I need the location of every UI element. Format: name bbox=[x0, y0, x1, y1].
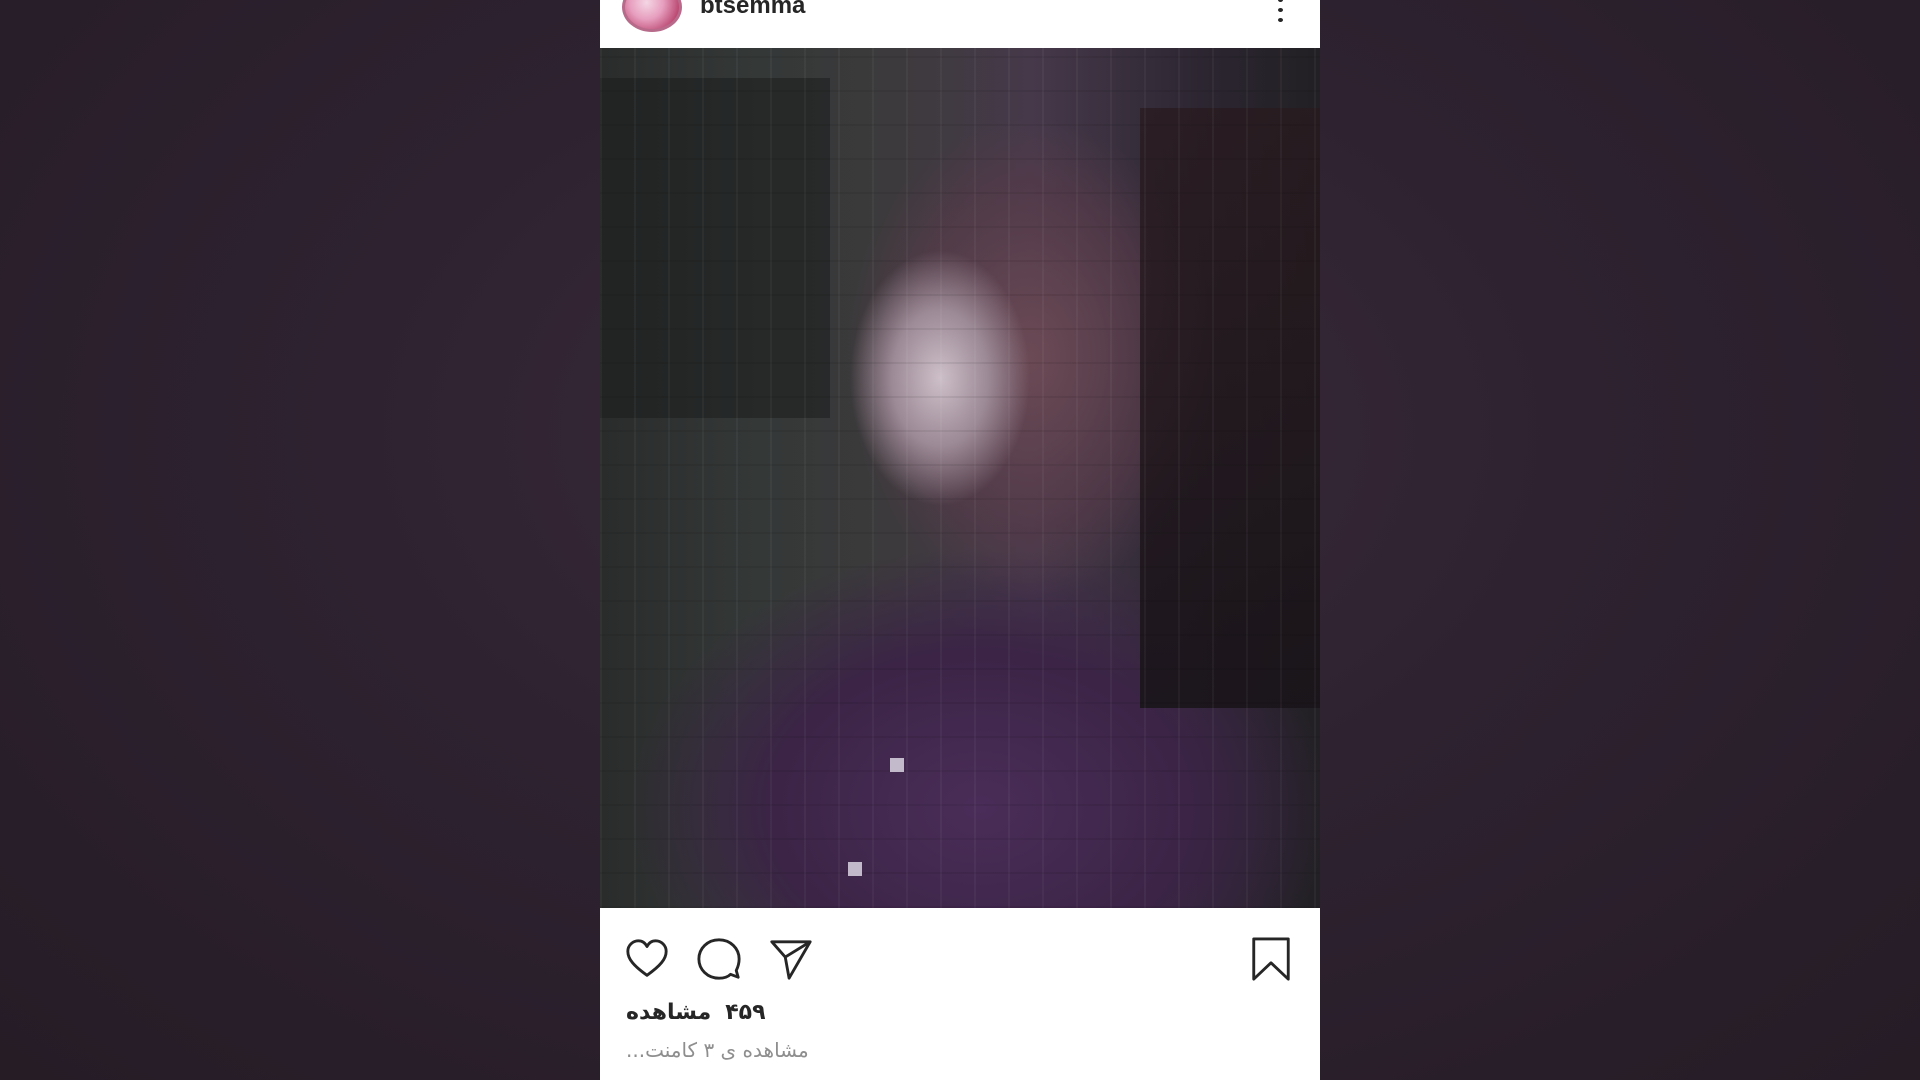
video-light-speck bbox=[890, 758, 904, 772]
more-vertical-icon bbox=[1277, 0, 1283, 2]
bookmark-icon bbox=[1252, 937, 1290, 981]
save-button[interactable] bbox=[1248, 936, 1294, 982]
more-options-button[interactable] bbox=[1274, 0, 1286, 22]
post-header: btsemma bbox=[600, 0, 1320, 49]
video-light-speck bbox=[848, 862, 862, 876]
more-vertical-icon bbox=[1277, 18, 1283, 22]
instagram-post-card: btsemma ۴۵۹مشاهده مشاهده ی ۳ کامنت... bbox=[600, 0, 1320, 1080]
avatar[interactable] bbox=[622, 0, 682, 32]
more-vertical-icon bbox=[1277, 8, 1283, 12]
post-actions-bar: ۴۵۹ مشاهده مشاهده ی ۳ کامنت... bbox=[600, 908, 1320, 1080]
comment-button[interactable] bbox=[696, 936, 742, 982]
comment-icon bbox=[697, 938, 741, 980]
views-label: مشاهده bbox=[626, 1000, 712, 1025]
post-video[interactable] bbox=[600, 48, 1320, 908]
post-username[interactable]: btsemma bbox=[700, 0, 805, 20]
view-comments-link[interactable]: مشاهده ی ۳ کامنت... bbox=[626, 1038, 809, 1062]
heart-icon bbox=[626, 939, 668, 977]
views-count: ۴۵۹ مشاهده bbox=[626, 1000, 766, 1025]
like-button[interactable] bbox=[624, 936, 670, 982]
share-button[interactable] bbox=[768, 936, 814, 982]
views-number: ۴۵۹ bbox=[725, 1000, 766, 1025]
send-icon bbox=[770, 940, 812, 980]
pixelation-grid bbox=[600, 48, 1320, 908]
